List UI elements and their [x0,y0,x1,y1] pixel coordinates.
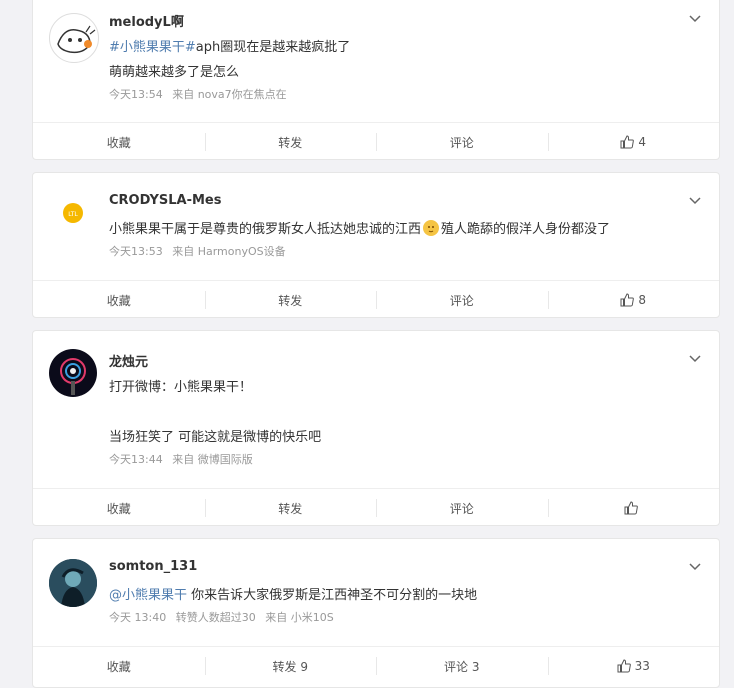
post-source: 来自 小米10S [265,611,334,624]
weibo-post-4: somton_131 @小熊果果干 你来告诉大家俄罗斯是江西神圣不可分割的一块地… [32,538,720,688]
username[interactable]: melodyL啊 [109,11,184,30]
post-meta: 今天13:53 来自 HarmonyOS设备 [109,243,292,259]
mention-link[interactable]: @小熊果果干 [109,588,187,603]
like-icon [617,659,631,673]
like-icon [620,293,635,307]
post-meta: 今天13:54 来自 nova7你在焦点在 [109,86,293,102]
post-source: 来自 nova7你在焦点在 [172,88,287,101]
chevron-down-icon[interactable] [687,11,703,27]
action-bar: 收藏 转发 评论 [33,488,719,527]
comment-button[interactable]: 评论 3 [376,647,548,685]
post-text-line-1: 打开微博：小熊果果干！ [109,380,253,395]
avatar[interactable] [49,13,99,63]
avatar[interactable] [49,559,97,607]
post-time[interactable]: 今天13:53 [109,245,163,258]
action-bar: 收藏 转发 9 评论 3 33 [33,646,719,685]
comment-button[interactable]: 评论 [376,123,548,161]
post-source: 来自 HarmonyOS设备 [172,245,286,258]
avatar[interactable]: LTL [49,189,97,237]
chevron-down-icon[interactable] [687,559,703,575]
post-meta: 今天 13:40 转赞人数超过30 来自 小米10S [109,609,340,625]
repost-button[interactable]: 转发 [204,123,377,161]
favorite-button[interactable]: 收藏 [33,489,205,527]
weibo-post-2: LTL CRODYSLA-Mes 小熊果果干属于是尊贵的俄罗斯女人抵达她忠诚的江… [32,172,720,318]
chevron-down-icon[interactable] [687,193,703,209]
repost-button[interactable]: 转发 [204,489,377,527]
post-text-line-1: @小熊果果干 你来告诉大家俄罗斯是江西神圣不可分割的一块地 [109,588,478,603]
action-bar: 收藏 转发 评论 8 [33,280,719,319]
svg-text:LTL: LTL [68,211,78,218]
favorite-button[interactable]: 收藏 [33,281,205,319]
username[interactable]: somton_131 [109,559,197,574]
post-time[interactable]: 今天13:54 [109,88,163,101]
like-button[interactable]: 33 [547,647,720,685]
post-text-line-2: 萌萌越来越多了是怎么 [109,65,240,80]
reposts-note: 转赞人数超过30 [175,611,256,624]
like-button[interactable]: 8 [547,281,720,319]
post-source: 来自 微博国际版 [172,453,253,466]
post-text-line-1: 小熊果果干属于是尊贵的俄罗斯女人抵达她忠诚的江西 殖人跪舔的假洋人身份都没了 [109,220,611,237]
post-time[interactable]: 今天13:44 [109,453,163,466]
favorite-button[interactable]: 收藏 [33,647,205,685]
weibo-post-1: melodyL啊 #小熊果果干#aph圈现在是越来越疯批了 萌萌越来越多了是怎么… [32,0,720,160]
chevron-down-icon[interactable] [687,351,703,367]
username[interactable]: CRODYSLA-Mes [109,193,221,208]
comment-button[interactable]: 评论 [376,281,548,319]
like-button[interactable] [547,489,720,527]
like-icon [620,135,635,149]
post-text-line-2: 当场狂笑了 可能这就是微博的快乐吧 [109,430,322,445]
post-text-line-1: #小熊果果干#aph圈现在是越来越疯批了 [109,40,351,55]
post-time[interactable]: 今天 13:40 [109,611,166,624]
weibo-post-3: 龙烛元 打开微博：小熊果果干！ 当场狂笑了 可能这就是微博的快乐吧 今天13:4… [32,330,720,526]
repost-button[interactable]: 转发 9 [204,647,377,685]
topic-link[interactable]: #小熊果果干# [109,40,196,55]
avatar[interactable] [49,349,97,397]
post-meta: 今天13:44 来自 微博国际版 [109,451,259,467]
cat-emoji-icon [423,220,440,236]
like-icon [624,501,639,515]
comment-button[interactable]: 评论 [376,489,548,527]
favorite-button[interactable]: 收藏 [33,123,205,161]
repost-button[interactable]: 转发 [204,281,377,319]
like-button[interactable]: 4 [547,123,720,161]
username[interactable]: 龙烛元 [109,351,148,370]
action-bar: 收藏 转发 评论 4 [33,122,719,161]
